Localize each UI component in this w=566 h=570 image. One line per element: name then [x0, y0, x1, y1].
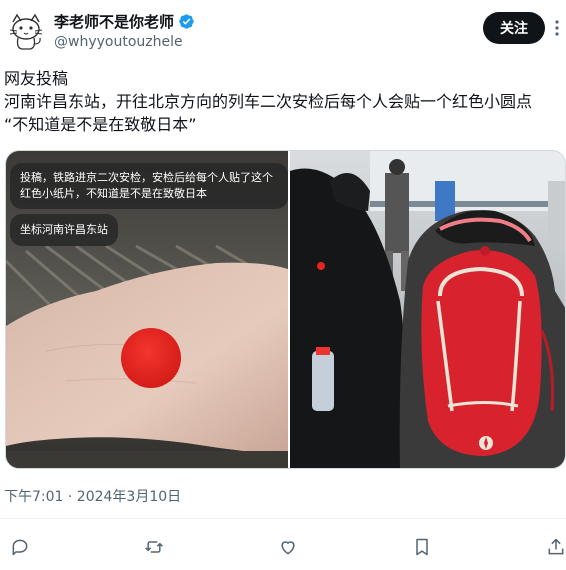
- action-bar: [0, 534, 566, 562]
- tweet-line-1: 网友投稿: [4, 69, 69, 88]
- divider: [0, 518, 566, 519]
- tweet-line-2: 河南许昌东站，开往北京方向的列车二次安检后每个人会贴一个红色小圆点: [4, 92, 533, 111]
- more-dots-icon: [555, 20, 559, 36]
- tweet-timestamp[interactable]: 下午7:01 · 2024年3月10日: [4, 486, 181, 506]
- retweet-icon: [145, 541, 163, 553]
- photo-station-backpacks[interactable]: [290, 151, 565, 468]
- more-options-button[interactable]: [550, 17, 564, 39]
- tweet-text: 网友投稿 河南许昌东站，开往北京方向的列车二次安检后每个人会贴一个红色小圆点 “…: [4, 67, 564, 136]
- follow-button[interactable]: 关注: [483, 12, 545, 44]
- share-icon: [548, 538, 564, 555]
- handle[interactable]: @whyyoutouzhele: [54, 34, 183, 50]
- chat-bubble-submission: 投稿，铁路进京二次安检，安检后给每个人贴了这个红色小纸片，不知道是不是在致敬日本: [10, 163, 288, 209]
- bookmark-button[interactable]: [409, 534, 435, 560]
- like-icon: [281, 541, 295, 555]
- bookmark-icon: [416, 538, 428, 556]
- station-photo-image: [290, 151, 565, 468]
- chat-bubble-location: 坐标河南许昌东站: [10, 214, 118, 246]
- photo-hand-with-red-sticker[interactable]: 投稿，铁路进京二次安检，安检后给每个人贴了这个红色小纸片，不知道是不是在致敬日本…: [6, 151, 288, 468]
- display-name[interactable]: 李老师不是你老师: [54, 11, 174, 32]
- media-grid: 投稿，铁路进京二次安检，安检后给每个人贴了这个红色小纸片，不知道是不是在致敬日本…: [5, 150, 566, 469]
- retweet-button[interactable]: [141, 534, 167, 560]
- cat-sketch-avatar-icon: [4, 8, 48, 52]
- like-button[interactable]: [275, 534, 301, 560]
- reply-button[interactable]: [7, 534, 33, 560]
- name-row: 李老师不是你老师: [54, 11, 195, 32]
- reply-icon: [12, 539, 28, 556]
- tweet-line-3: “不知道是不是在致敬日本”: [4, 115, 197, 134]
- tweet-header: 李老师不是你老师 @whyyoutouzhele 关注: [0, 0, 566, 62]
- avatar[interactable]: [4, 8, 48, 52]
- share-button[interactable]: [543, 534, 566, 560]
- verified-badge-icon: [179, 14, 194, 29]
